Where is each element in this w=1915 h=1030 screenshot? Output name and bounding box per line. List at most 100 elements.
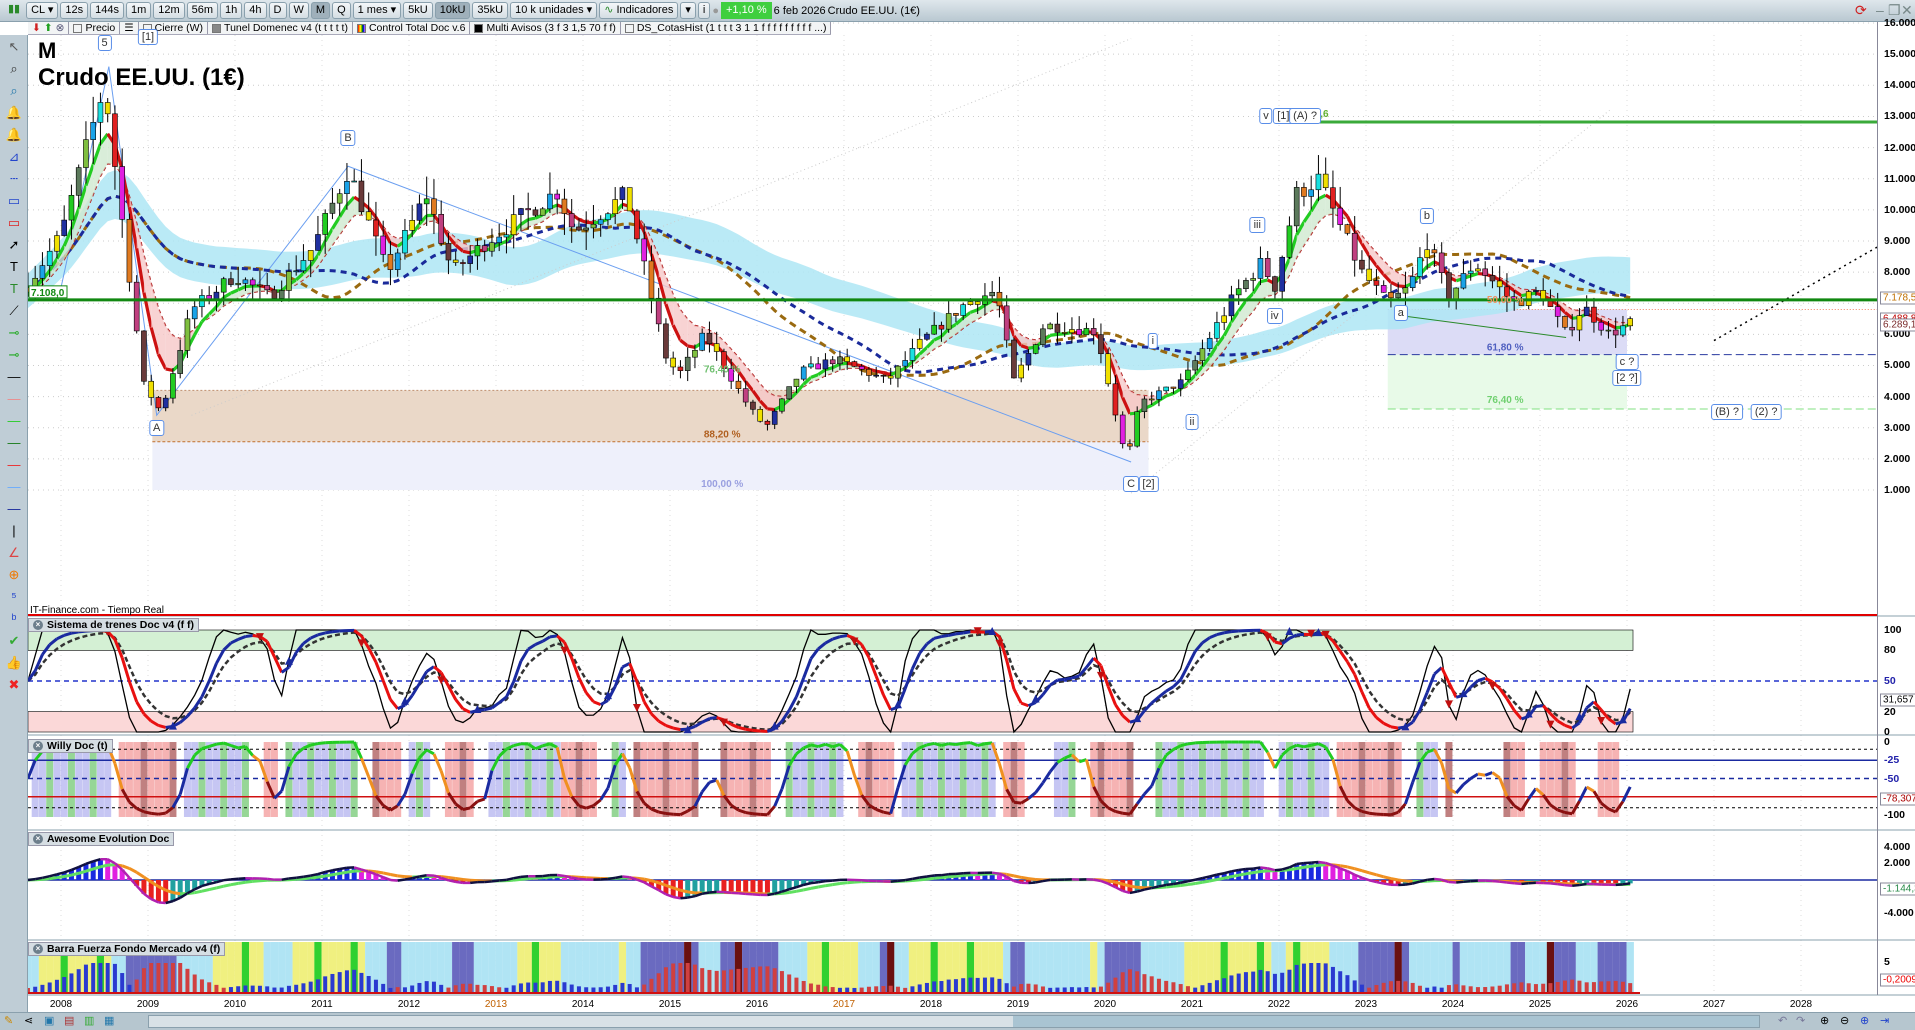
save-icon[interactable]: ▣ <box>44 1014 54 1027</box>
strength-bar <box>692 964 697 993</box>
export-icon[interactable]: ▦ <box>104 1014 114 1027</box>
pencil-icon[interactable]: ✎ <box>4 1014 13 1027</box>
line-navy-icon[interactable]: — <box>3 500 25 518</box>
fibo-time-icon[interactable]: ⊿ <box>3 148 25 166</box>
arrow-down-icon[interactable]: ⬇ <box>32 22 41 34</box>
zoom-fit-icon[interactable]: ⊕ <box>1820 1014 1829 1027</box>
elliott-impulse-icon[interactable]: ⁵ <box>3 588 25 606</box>
zoom-out-icon[interactable]: ⊖ <box>1840 1014 1849 1027</box>
unit-5kU[interactable]: 5kU <box>403 2 433 19</box>
panel-header-willy[interactable]: × Willy Doc (t) <box>28 739 113 753</box>
close-panel-icon[interactable]: × <box>33 834 43 844</box>
willy-segment <box>462 806 471 811</box>
timeframe-W[interactable]: W <box>288 2 309 19</box>
text-icon[interactable]: T <box>3 258 25 276</box>
timeframe-M[interactable]: M <box>310 2 331 19</box>
info-button[interactable]: i <box>697 2 711 19</box>
zoom-in-icon[interactable]: ⊕ <box>1860 1014 1869 1027</box>
indicators-button[interactable]: ∿ Indicadores <box>599 2 679 19</box>
thumbs-up-icon[interactable]: 👍 <box>3 654 25 672</box>
trendline-icon[interactable]: ⟋ <box>3 302 25 320</box>
price-axis[interactable]: 16.000 15.000 14.000 13.000 12.000 11.000 10.0… <box>1877 17 1915 995</box>
text-bubble-icon[interactable]: T <box>3 280 25 298</box>
panel-header-awesome[interactable]: × Awesome Evolution Doc <box>28 832 175 846</box>
delete-icon[interactable]: ✖ <box>3 676 25 694</box>
panel-header-barra[interactable]: × Barra Fuerza Fondo Mercado v4 (f) <box>28 942 226 956</box>
symbol-select[interactable]: CL ▾ <box>26 2 59 19</box>
strength-bar <box>714 970 719 993</box>
awesome-segment <box>1456 880 1464 884</box>
data-source-label: IT-Finance.com - Tiempo Real <box>30 605 164 616</box>
timeframe-Q[interactable]: Q <box>332 2 351 19</box>
legend-item-avisos[interactable]: Multi Avisos (3 f 3 1,5 70 f f) <box>470 22 621 34</box>
timeframe-D[interactable]: D <box>268 2 287 19</box>
units-select[interactable]: 10 k unidades ▾ <box>510 2 598 19</box>
share-icon[interactable]: ⋖ <box>24 1014 33 1027</box>
regime-cell <box>908 942 917 994</box>
scroll-end-icon[interactable]: ⇥ <box>1880 1014 1889 1027</box>
zoom-icon[interactable]: ⌕ <box>3 60 25 78</box>
elliott-abc-icon[interactable]: ᵇ <box>3 610 25 628</box>
timeframe-56m[interactable]: 56m <box>186 2 219 19</box>
period-select[interactable]: 1 mes ▾ <box>352 2 402 19</box>
angle-icon[interactable]: ∠ <box>3 544 25 562</box>
close-circle-icon[interactable]: ⊗ <box>56 22 65 34</box>
indicators-dropdown[interactable]: ▾ <box>680 2 696 19</box>
cursor-icon[interactable]: ↖ <box>3 38 25 56</box>
time-scrollbar[interactable] <box>148 1015 1760 1028</box>
alert-bell-icon[interactable]: 🔔 <box>3 104 25 122</box>
scrollbar-thumb[interactable] <box>1013 1016 1759 1027</box>
willy-segment <box>948 742 957 746</box>
hline-icon[interactable]: ⊸ <box>3 324 25 342</box>
layout-icon[interactable]: ▥ <box>84 1014 94 1027</box>
legend-item-tunel[interactable]: Tunel Domenec v4 (t t t t t) <box>208 22 353 34</box>
unit-35kU[interactable]: 35kU <box>472 2 509 19</box>
undo-icon[interactable]: ↶ <box>1778 1014 1787 1027</box>
zoom-area-icon[interactable]: ⌕ <box>3 82 25 100</box>
chart-canvas[interactable]: 76,40 % 88,20 % 100,00 % 50,00 % 61,80 % 76,4… <box>0 0 1915 1030</box>
legend-item-price[interactable]: Precio <box>69 22 121 34</box>
timeframe-12s[interactable]: 12s <box>60 2 89 19</box>
close-panel-icon[interactable]: × <box>33 944 43 954</box>
timeframe-4h[interactable]: 4h <box>244 2 267 19</box>
train-segment <box>1085 657 1095 669</box>
candle <box>177 350 183 374</box>
line-green-icon[interactable]: — <box>3 412 25 430</box>
line-darkgreen-icon[interactable]: — <box>3 434 25 452</box>
arrow-icon[interactable]: ➚ <box>3 236 25 254</box>
fibo-level-icon[interactable]: ┄ <box>3 170 25 188</box>
legend-item-control[interactable]: Control Total Doc v.6 <box>353 22 471 34</box>
line-lightblue-icon[interactable]: — <box>3 478 25 496</box>
awesome-segment <box>339 866 348 871</box>
line-red-icon[interactable]: — <box>3 456 25 474</box>
timeframe-1m[interactable]: 1m <box>125 2 152 19</box>
timeframe-144s[interactable]: 144s <box>90 2 124 19</box>
rectangle-icon[interactable]: ▭ <box>3 192 25 210</box>
checkbox-icon[interactable] <box>624 23 634 33</box>
check-icon[interactable]: ✔ <box>3 632 25 650</box>
close-panel-icon[interactable]: × <box>33 620 43 630</box>
timeframe-12m[interactable]: 12m <box>153 2 185 19</box>
template-icon[interactable]: ▤ <box>64 1014 74 1027</box>
chart-type-icon[interactable]: ▮▮ <box>4 2 24 19</box>
refresh-icon[interactable]: ⟳ <box>1855 2 1867 19</box>
close-panel-icon[interactable]: × <box>33 741 43 751</box>
strength-bar <box>547 980 552 993</box>
legend-controls[interactable]: ⬇ ⬆ ⊗ <box>28 22 70 34</box>
legend-item-cotashist[interactable]: DS_CotasHist (1 t t t 3 1 1 f f f f f f … <box>621 22 832 34</box>
checkbox-icon[interactable] <box>73 23 83 33</box>
alert-icon[interactable]: 🔔 <box>3 126 25 144</box>
panel-header-trenes[interactable]: × Sistema de trenes Doc v4 (f f) <box>28 618 200 632</box>
line-pink-icon[interactable]: — <box>3 390 25 408</box>
arrow-up-icon[interactable]: ⬆ <box>44 22 53 34</box>
timeframe-1h[interactable]: 1h <box>220 2 243 19</box>
circle-icon[interactable]: ⊕ <box>3 566 25 584</box>
rectangle-fill-icon[interactable]: ▭ <box>3 214 25 232</box>
hline2-icon[interactable]: ⊸ <box>3 346 25 364</box>
line-black-icon[interactable]: — <box>3 368 25 386</box>
minimize-icon[interactable]: – <box>1876 2 1884 18</box>
vline-icon[interactable]: | <box>3 522 25 540</box>
redo-icon[interactable]: ↷ <box>1796 1014 1805 1027</box>
unit-10kU[interactable]: 10kU <box>434 2 471 19</box>
legend-list-icon[interactable]: ☰ <box>120 22 139 34</box>
